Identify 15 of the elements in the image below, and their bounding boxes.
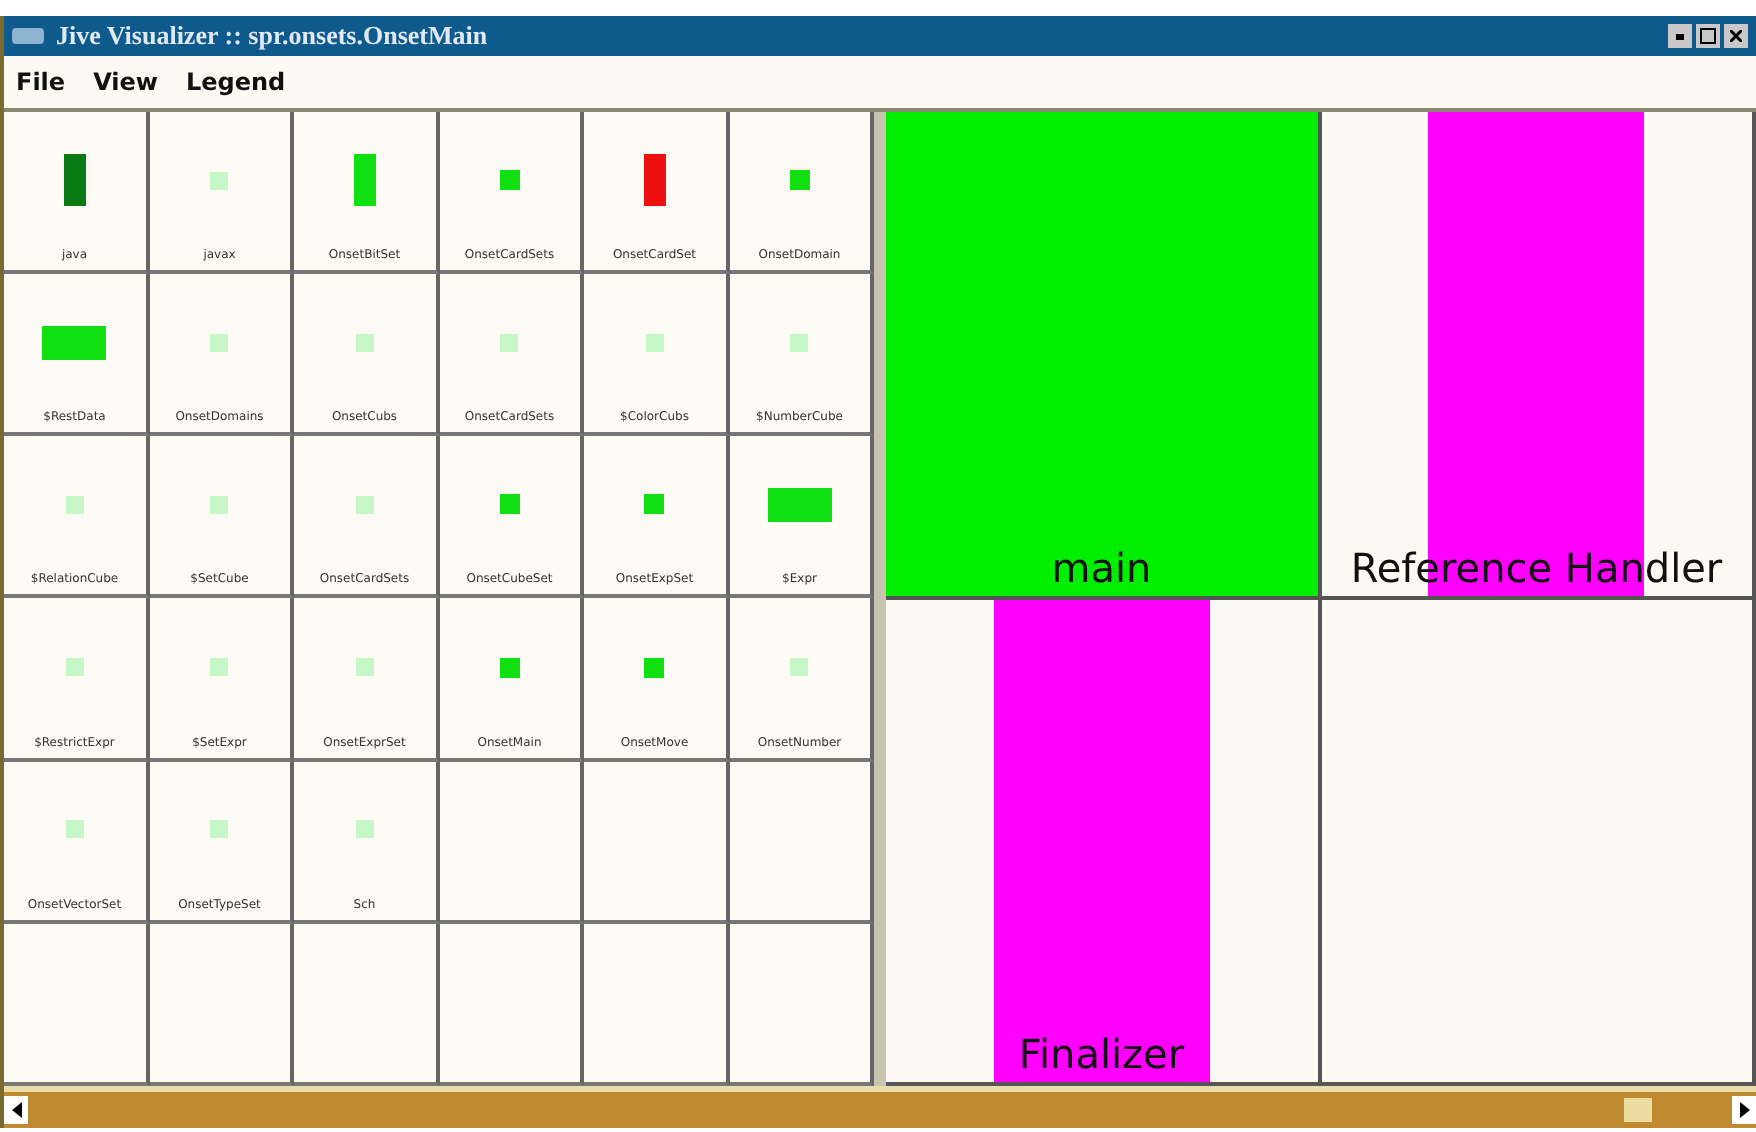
maximize-button[interactable] (1696, 24, 1720, 48)
minimize-button[interactable] (1668, 24, 1692, 48)
scroll-left-icon[interactable] (4, 1096, 28, 1124)
thread-label: main (1051, 543, 1152, 595)
menu-item[interactable]: View (93, 68, 158, 96)
window-title: Jive Visualizer :: spr.onsets.OnsetMain (56, 20, 488, 52)
app-icon (12, 28, 44, 44)
menu-item[interactable]: Legend (185, 68, 286, 96)
close-button[interactable] (1724, 24, 1748, 48)
horizontal-scrollbar[interactable] (4, 1086, 1756, 1128)
thread-label: Finalizer (1018, 1030, 1185, 1082)
scroll-right-icon[interactable] (1732, 1096, 1756, 1124)
close-icon (1730, 30, 1742, 42)
menu-item[interactable]: File (16, 68, 66, 96)
scroll-thumb[interactable] (1624, 1098, 1652, 1122)
